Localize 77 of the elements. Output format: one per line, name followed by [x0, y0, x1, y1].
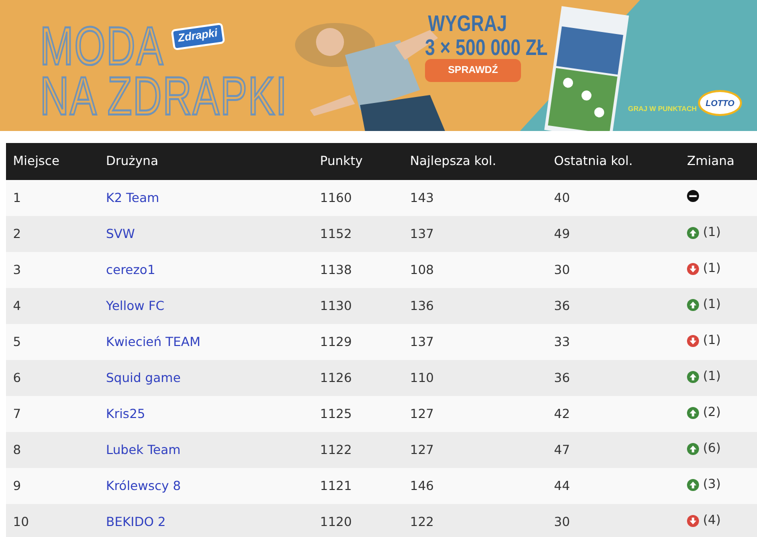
last-round-cell: 47: [554, 442, 570, 457]
last-round-cell: 33: [554, 334, 570, 349]
last-round-cell: 42: [554, 406, 570, 421]
up-arrow-icon: [687, 406, 699, 419]
place-cell: 9: [13, 478, 21, 493]
up-arrow-icon: [687, 226, 699, 239]
column-header: Zmiana: [687, 153, 734, 168]
team-link[interactable]: Lubek Team: [106, 442, 181, 457]
best-round-cell: 127: [410, 442, 434, 457]
up-arrow-icon: [687, 298, 699, 311]
down-arrow-icon: [687, 514, 699, 527]
up-arrow-icon: [687, 478, 699, 491]
points-cell: 1160: [320, 190, 352, 205]
points-cell: 1152: [320, 226, 352, 241]
place-cell: 6: [13, 370, 21, 385]
up-arrow-icon: [687, 370, 699, 383]
prize-text: 3 × 500 000 ZŁ: [425, 36, 548, 58]
team-link[interactable]: Squid game: [106, 370, 181, 385]
team-link[interactable]: SVW: [106, 226, 135, 241]
change-value: (3): [703, 475, 721, 494]
points-cell: 1130: [320, 298, 352, 313]
points-cell: 1121: [320, 478, 352, 493]
place-cell: 10: [13, 514, 29, 529]
best-round-cell: 136: [410, 298, 434, 313]
points-cell: 1129: [320, 334, 352, 349]
place-cell: 4: [13, 298, 21, 313]
change-value: (2): [703, 403, 721, 422]
last-round-cell: 30: [554, 262, 570, 277]
points-cell: 1120: [320, 514, 352, 529]
place-cell: 8: [13, 442, 21, 457]
change-value: (6): [703, 439, 721, 458]
change-value: (4): [703, 511, 721, 530]
best-round-cell: 110: [410, 370, 434, 385]
best-round-cell: 137: [410, 226, 434, 241]
team-link[interactable]: BEKIDO 2: [106, 514, 166, 529]
column-header: Miejsce: [13, 153, 60, 168]
best-round-cell: 143: [410, 190, 434, 205]
place-cell: 3: [13, 262, 21, 277]
last-round-cell: 36: [554, 298, 570, 313]
up-arrow-icon: [687, 442, 699, 455]
best-round-cell: 122: [410, 514, 434, 529]
minus-circle-icon: [687, 190, 699, 202]
team-link[interactable]: K2 Team: [106, 190, 160, 205]
points-cell: 1125: [320, 406, 352, 421]
last-round-cell: 30: [554, 514, 570, 529]
last-round-cell: 44: [554, 478, 570, 493]
place-cell: 7: [13, 406, 21, 421]
points-cell: 1138: [320, 262, 352, 277]
team-link[interactable]: Yellow FC: [106, 298, 164, 313]
points-cell: 1122: [320, 442, 352, 457]
last-round-cell: 49: [554, 226, 570, 241]
last-round-cell: 40: [554, 190, 570, 205]
change-value: (1): [703, 223, 721, 242]
team-link[interactable]: Kwiecień TEAM: [106, 334, 200, 349]
team-link[interactable]: Królewscy 8: [106, 478, 181, 493]
place-cell: 1: [13, 190, 21, 205]
points-cell: 1126: [320, 370, 352, 385]
team-link[interactable]: Kris25: [106, 406, 146, 421]
column-header: Drużyna: [106, 153, 158, 168]
column-header: Punkty: [320, 153, 363, 168]
down-arrow-icon: [687, 334, 699, 347]
column-header: Ostatnia kol.: [554, 153, 633, 168]
last-round-cell: 36: [554, 370, 570, 385]
down-arrow-icon: [687, 262, 699, 275]
best-round-cell: 146: [410, 478, 434, 493]
prize-text: WYGRAJ: [428, 12, 508, 34]
column-header: Najlepsza kol.: [410, 153, 496, 168]
change-value: (1): [703, 367, 721, 386]
place-cell: 5: [13, 334, 21, 349]
change-value: (1): [703, 259, 721, 278]
place-cell: 2: [13, 226, 21, 241]
change-value: (1): [703, 331, 721, 350]
best-round-cell: 127: [410, 406, 434, 421]
best-round-cell: 108: [410, 262, 434, 277]
change-value: (1): [703, 295, 721, 314]
best-round-cell: 137: [410, 334, 434, 349]
team-link[interactable]: cerezo1: [106, 262, 156, 277]
